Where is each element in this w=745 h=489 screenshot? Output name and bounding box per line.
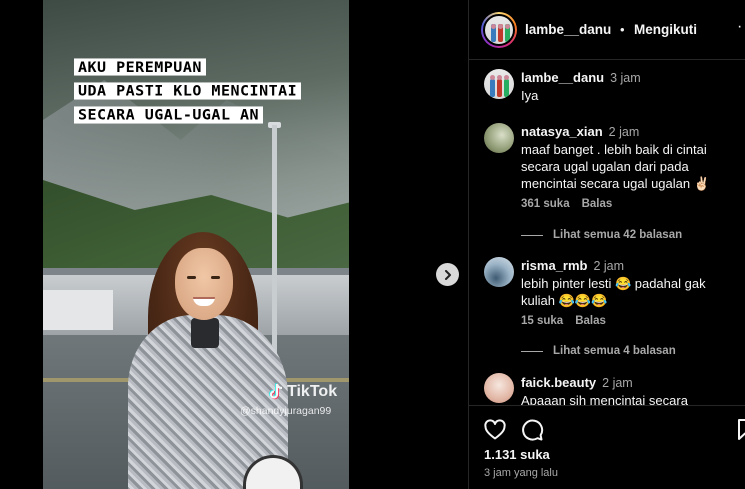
person-scarf <box>191 318 219 348</box>
heart-icon[interactable] <box>483 418 507 442</box>
comment-text: lebih pinter lesti 😂 padahal gak kuliah … <box>521 276 706 308</box>
comment-time: 2 jam <box>602 376 633 390</box>
post-author-username[interactable]: lambe__danu <box>525 22 611 37</box>
post-actions: 1.131 suka 3 jam yang lalu <box>469 405 745 489</box>
story-ring[interactable] <box>481 12 517 48</box>
person-eye-left <box>187 276 196 279</box>
comment-avatar[interactable] <box>484 373 514 403</box>
next-button[interactable] <box>436 263 459 286</box>
comment-text: Iya <box>521 88 539 103</box>
comment-username[interactable]: natasya_xian <box>521 124 603 139</box>
tiktok-watermark: TikTok <box>268 383 337 401</box>
comment-username[interactable]: risma_rmb <box>521 258 587 273</box>
view-replies-label: Lihat semua 42 balasan <box>553 229 683 241</box>
separator-dot: • <box>620 22 625 37</box>
comment-avatar[interactable] <box>484 257 514 287</box>
comment-icon[interactable] <box>520 418 544 442</box>
more-options-button[interactable]: ··· <box>737 18 745 36</box>
media-area: AKU PEREMPUAN UDA PASTI KLO MENCINTAI SE… <box>0 0 468 489</box>
view-replies-button[interactable]: Lihat semua 4 balasan <box>521 345 676 357</box>
video-caption-line: SECARA UGAL-UGAL AN <box>74 106 264 124</box>
comment-avatar[interactable] <box>484 123 514 153</box>
bookmark-icon[interactable] <box>737 418 745 442</box>
figure-head <box>497 75 502 80</box>
post-header: lambe__danu • Mengikuti ··· <box>469 0 745 60</box>
comment-likes[interactable]: 15 suka <box>521 315 563 327</box>
tiktok-icon <box>269 383 283 400</box>
person-eye-right <box>211 276 220 279</box>
comment-text: maaf banget . lebih baik di cintai secar… <box>521 142 710 191</box>
post-panel: lambe__danu • Mengikuti ··· lambe__danu 3… <box>468 0 745 489</box>
street-lamp-pole <box>272 125 277 365</box>
figure-head <box>504 75 509 80</box>
comment-username[interactable]: lambe__danu <box>521 70 604 85</box>
reply-button[interactable]: Balas <box>575 315 606 327</box>
avatar[interactable] <box>483 14 515 46</box>
comment-meta: 361 suka Balas <box>521 198 612 210</box>
replies-divider <box>521 234 543 236</box>
view-replies-button[interactable]: Lihat semua 42 balasan <box>521 229 682 241</box>
comment-meta: 15 suka Balas <box>521 315 606 327</box>
comment-username[interactable]: faick.beauty <box>521 375 596 390</box>
tiktok-username: @shandyjuragan99 <box>240 405 332 417</box>
video-caption-line: AKU PEREMPUAN <box>74 58 206 76</box>
view-replies-label: Lihat semua 4 balasan <box>553 345 676 357</box>
chevron-right-icon <box>444 269 451 280</box>
comment-username-row: natasya_xian 2 jam <box>521 124 639 139</box>
figure <box>490 79 495 97</box>
comment-time: 2 jam <box>593 259 625 273</box>
figure-head <box>490 75 495 80</box>
white-building <box>43 290 113 330</box>
video-caption-line: UDA PASTI KLO MENCINTAI <box>74 82 302 100</box>
comment-username-row: risma_rmb 2 jam <box>521 258 624 273</box>
comment-username-row: lambe__danu 3 jam <box>521 70 641 85</box>
person-face <box>175 248 233 320</box>
comment-time: 2 jam <box>608 125 640 139</box>
figure-head <box>498 24 503 29</box>
replies-divider <box>521 350 543 352</box>
figure-head <box>505 24 510 29</box>
comment-avatar[interactable] <box>484 69 514 99</box>
tiktok-brand: TikTok <box>287 383 338 400</box>
comments-list[interactable]: lambe__danu 3 jam Iya natasya_xian 2 jam m… <box>469 61 745 405</box>
comment-text: Apaaan sih mencintai secara <box>521 393 688 405</box>
comment-likes[interactable]: 361 suka <box>521 198 570 210</box>
comment-time: 3 jam <box>610 71 641 85</box>
likes-count[interactable]: 1.131 suka <box>484 447 550 462</box>
figure-head <box>491 24 496 29</box>
figure <box>497 79 502 97</box>
figure <box>504 79 509 97</box>
following-button[interactable]: Mengikuti <box>634 22 697 37</box>
post-timestamp: 3 jam yang lalu <box>484 467 558 479</box>
reply-button[interactable]: Balas <box>582 198 613 210</box>
comment-username-row: faick.beauty 2 jam <box>521 375 633 390</box>
